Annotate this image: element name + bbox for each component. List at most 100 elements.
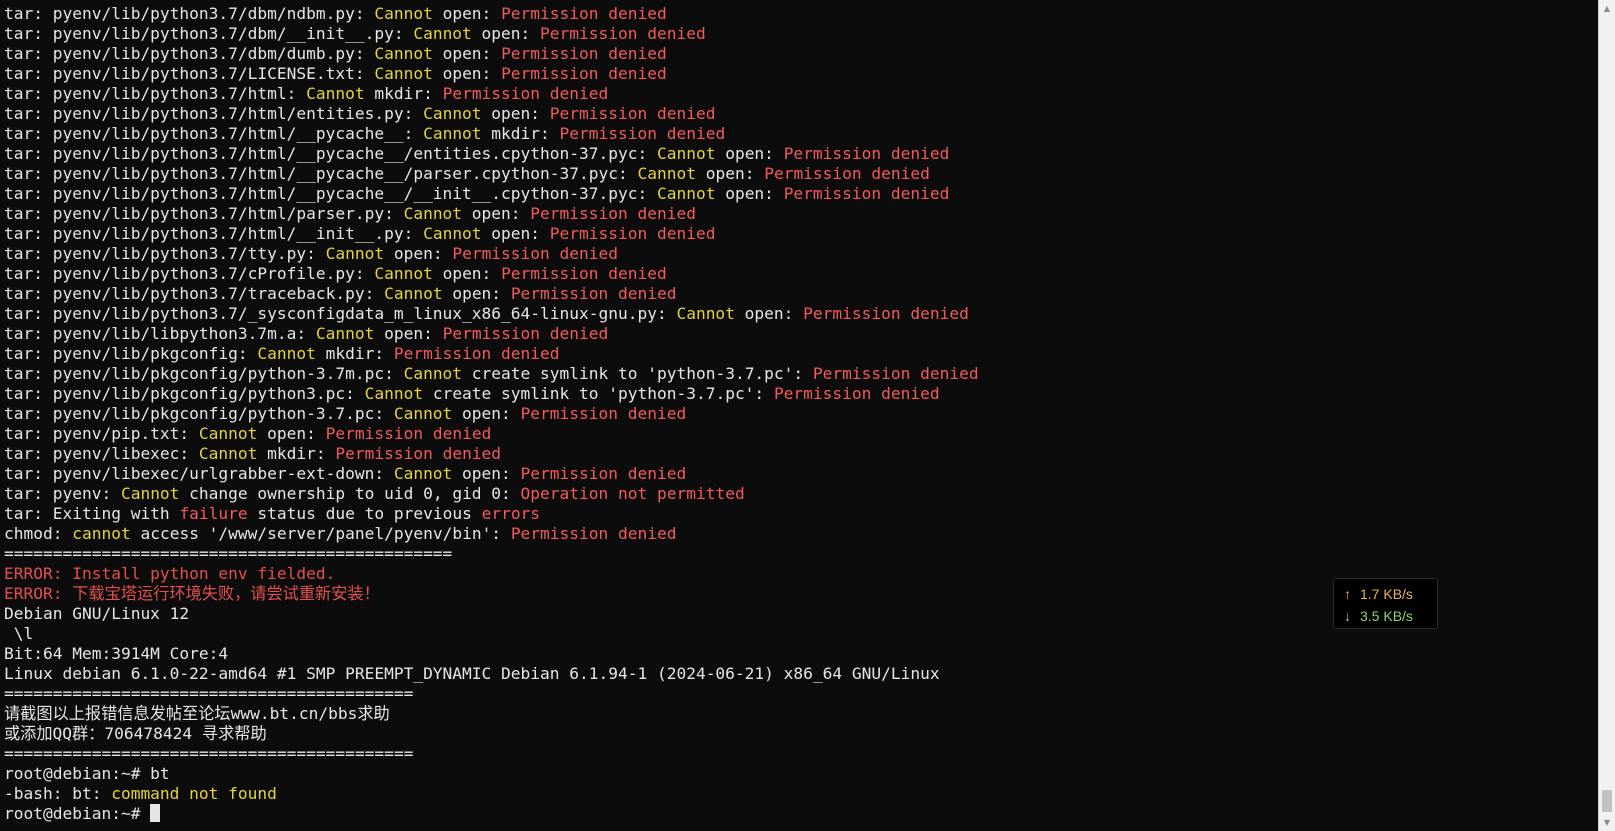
download-arrow-icon: ↓ — [1344, 608, 1351, 624]
terminal-line: chmod: cannot access '/www/server/panel/… — [4, 524, 1584, 544]
terminal-text-segment: open: — [452, 404, 521, 423]
terminal-line: tar: pyenv/lib/python3.7/html: Cannot mk… — [4, 84, 1584, 104]
download-speed-value: 3.5 KB/s — [1360, 608, 1413, 624]
terminal-text-segment: Cannot — [676, 304, 735, 323]
terminal-line: tar: pyenv/lib/python3.7/html/__pycache_… — [4, 164, 1584, 184]
scroll-up-icon[interactable]: ▲ — [1599, 0, 1615, 17]
terminal-text-segment: mkdir: — [257, 444, 336, 463]
terminal-text-segment: open: — [432, 44, 502, 63]
terminal-text-segment: tar: pyenv: — [4, 484, 121, 503]
terminal-text-segment: tar: pyenv/lib/pkgconfig/python-3.7m.pc: — [4, 364, 404, 383]
terminal-text-segment: tar: pyenv/lib/python3.7/html/entities.p… — [4, 104, 424, 123]
terminal-line: tar: pyenv/pip.txt: Cannot open: Permiss… — [4, 424, 1584, 444]
terminal-line: tar: pyenv/lib/python3.7/tty.py: Cannot … — [4, 244, 1584, 264]
terminal-text-segment: Permission denied — [520, 404, 687, 423]
terminal-text-segment: Permission denied — [442, 324, 609, 343]
terminal-text-segment: tar: Exiting with — [4, 504, 180, 523]
terminal-text-segment: Cannot — [656, 184, 716, 203]
terminal-text-segment: mkdir: — [481, 124, 560, 143]
upload-speed: ↑ 1.7 KB/s — [1344, 583, 1437, 605]
terminal-text-segment: tar: pyenv/libexec/urlgrabber-ext-down: — [4, 464, 394, 483]
terminal-window[interactable]: tar: pyenv/lib/python3.7/dbm/ndbm.py: Ca… — [0, 0, 1615, 831]
terminal-line: -bash: bt: command not found — [4, 784, 1584, 804]
terminal-text-segment: Permission denied — [510, 284, 677, 303]
terminal-text-segment: open: — [734, 304, 804, 323]
terminal-text-segment: chmod: — [4, 524, 73, 543]
scroll-down-icon[interactable]: ▼ — [1599, 814, 1615, 831]
terminal-text-segment: Bit:64 Mem:3914M Core:4 — [4, 644, 229, 663]
terminal-text-segment: tar: pyenv/lib/python3.7/html/__pycache_… — [4, 144, 657, 163]
terminal-text-segment: tar: pyenv/lib/python3.7/cProfile.py: — [4, 264, 375, 283]
terminal-text-segment: open: — [432, 64, 502, 83]
terminal-text-segment: tar: pyenv/lib/python3.7/_sysconfigdata_… — [4, 304, 677, 323]
terminal-text-segment: Cannot — [306, 84, 365, 103]
terminal-text-segment: errors — [481, 504, 541, 523]
terminal-text-segment: Cannot — [423, 124, 482, 143]
terminal-text-segment: tar: pyenv/lib/pkgconfig: — [4, 344, 258, 363]
terminal-text-segment: Cannot — [198, 444, 258, 463]
terminal-text-segment: Permission denied — [393, 344, 560, 363]
terminal-cursor — [150, 804, 161, 822]
terminal-line: tar: pyenv/lib/python3.7/html/__pycache_… — [4, 184, 1584, 204]
terminal-text-segment: Cannot — [423, 224, 482, 243]
terminal-text-segment: ERROR: 下载宝塔运行环境失败，请尝试重新安装！ — [4, 584, 380, 603]
terminal-text-segment: Cannot — [413, 24, 472, 43]
terminal-text-segment: tar: pyenv/lib/libpython3.7m.a: — [4, 324, 316, 343]
terminal-text-segment: \l — [4, 624, 34, 643]
terminal-text-segment: Permission denied — [335, 444, 502, 463]
terminal-text-segment: status due to previous — [247, 504, 482, 523]
terminal-text-segment: Cannot — [374, 64, 433, 83]
terminal-text-segment: tar: pyenv/lib/python3.7/traceback.py: — [4, 284, 385, 303]
terminal-text-segment: open: — [715, 184, 784, 203]
terminal-text-segment: create symlink to 'python-3.7.pc': — [462, 364, 813, 383]
terminal-text-segment: Permission denied — [325, 424, 492, 443]
terminal-text-segment: open: — [384, 244, 453, 263]
terminal-text-segment: mkdir: — [315, 344, 394, 363]
scrollbar-thumb[interactable] — [1602, 790, 1612, 812]
terminal-text-segment: cannot — [72, 524, 131, 543]
vertical-scrollbar[interactable]: ▲ ▼ — [1598, 0, 1615, 831]
terminal-text-segment: tar: pyenv/lib/python3.7/html/parser.py: — [4, 204, 404, 223]
terminal-text-segment: ERROR: Install python env fielded. — [4, 564, 336, 583]
terminal-text-segment: Cannot — [393, 404, 453, 423]
terminal-line: tar: pyenv/lib/python3.7/LICENSE.txt: Ca… — [4, 64, 1584, 84]
terminal-text-segment: tar: pyenv/lib/python3.7/html/__pycache_… — [4, 164, 638, 183]
terminal-text-segment: 或添加QQ群：706478424 寻求帮助 — [4, 724, 267, 743]
terminal-text-segment: Cannot — [257, 344, 316, 363]
terminal-text-segment: Permission denied — [549, 104, 716, 123]
terminal-line: ========================================… — [4, 684, 1584, 704]
terminal-text-segment: ========================================… — [4, 684, 414, 703]
terminal-text-segment: Cannot — [637, 164, 696, 183]
terminal-text-segment: create symlink to 'python-3.7.pc': — [423, 384, 774, 403]
terminal-text-segment: Cannot — [374, 4, 433, 23]
terminal-text-segment: root@debian:~# bt — [4, 764, 170, 783]
terminal-text-segment: open: — [257, 424, 326, 443]
terminal-text-segment: Permission denied — [764, 164, 930, 183]
terminal-line: tar: Exiting with failure status due to … — [4, 504, 1584, 524]
terminal-text-segment: open: — [715, 144, 784, 163]
terminal-text-segment: Permission denied — [501, 44, 667, 63]
terminal-text-segment: tar: pyenv/lib/pkgconfig/python3.pc: — [4, 384, 365, 403]
terminal-line: tar: pyenv/lib/python3.7/html/__init__.p… — [4, 224, 1584, 244]
terminal-text-segment: Operation not permitted — [520, 484, 745, 503]
terminal-text-segment: tar: pyenv/lib/python3.7/LICENSE.txt: — [4, 64, 375, 83]
terminal-line: tar: pyenv/lib/python3.7/cProfile.py: Ca… — [4, 264, 1584, 284]
terminal-line: tar: pyenv/lib/python3.7/traceback.py: C… — [4, 284, 1584, 304]
terminal-text-segment: Cannot — [423, 104, 482, 123]
terminal-line: tar: pyenv: Cannot change ownership to u… — [4, 484, 1584, 504]
terminal-text-segment: Cannot — [325, 244, 385, 263]
terminal-text-segment: Permission denied — [501, 4, 667, 23]
terminal-text-segment: Linux debian 6.1.0-22-amd64 #1 SMP PREEM… — [4, 664, 940, 683]
terminal-text-segment: Permission denied — [773, 384, 940, 403]
terminal-text-segment: tar: pyenv/lib/python3.7/dbm/ndbm.py: — [4, 4, 375, 23]
terminal-line: tar: pyenv/lib/python3.7/dbm/dumb.py: Ca… — [4, 44, 1584, 64]
terminal-text-segment: Cannot — [120, 484, 180, 503]
terminal-line: ========================================… — [4, 544, 1584, 564]
terminal-line: tar: pyenv/lib/python3.7/_sysconfigdata_… — [4, 304, 1584, 324]
terminal-line: tar: pyenv/lib/pkgconfig/python-3.7m.pc:… — [4, 364, 1584, 384]
terminal-text-segment: Permission denied — [501, 64, 667, 83]
terminal-text-segment: Cannot — [393, 464, 453, 483]
terminal-text-segment: open: — [471, 24, 541, 43]
terminal-text-segment: open: — [374, 324, 443, 343]
terminal-text-segment: open: — [432, 4, 502, 23]
